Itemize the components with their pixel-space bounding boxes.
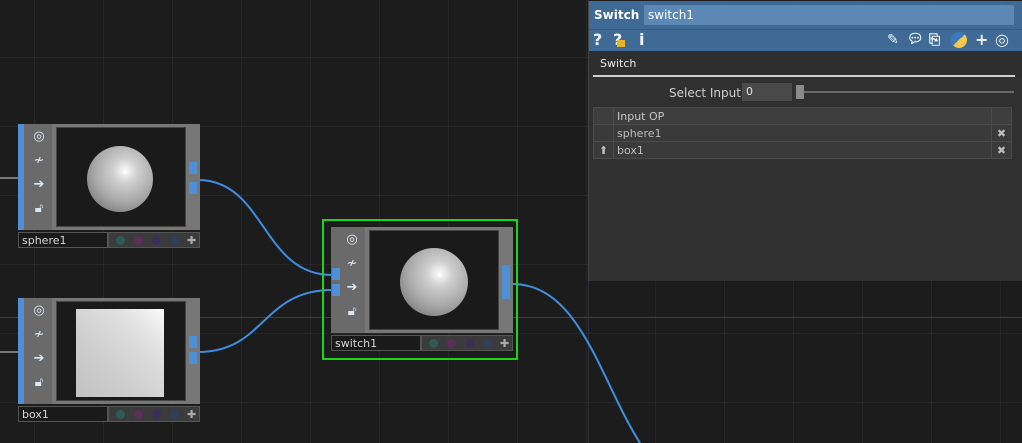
node-name-label[interactable]: switch1 — [331, 335, 421, 351]
output-connector[interactable] — [502, 265, 510, 299]
table-row: ⬆ box1 ✖ — [593, 141, 1012, 159]
node-flags: ✚ — [108, 406, 200, 422]
viewer-toggle-icon[interactable]: ◎ — [30, 128, 48, 146]
table-row: sphere1 ✖ — [593, 124, 1012, 142]
flag-dot[interactable] — [152, 410, 161, 419]
output-connector[interactable] — [189, 162, 197, 174]
output-connector[interactable] — [189, 182, 197, 194]
select-input-label: Select Input — [669, 86, 741, 100]
bypass-icon[interactable]: ➔ — [343, 279, 361, 297]
clone-icon[interactable]: ⎘ — [929, 31, 940, 49]
info-icon[interactable]: i — [639, 31, 644, 49]
output-connector[interactable] — [189, 336, 197, 348]
add-icon[interactable]: ✚ — [187, 235, 196, 246]
node-sphere1[interactable]: ◎ ≁ ➔ 🔓︎ sphere1 ✚ — [18, 124, 200, 250]
wire-switch1-output — [511, 283, 641, 443]
node-flags: ✚ — [421, 335, 513, 351]
input-connector[interactable] — [332, 284, 340, 296]
input-op-table: Input OP sphere1 ✖ ⬆ box1 ✖ — [593, 107, 1012, 159]
delete-row-icon[interactable]: ✖ — [991, 124, 1012, 142]
input-op-field[interactable]: box1 — [613, 141, 992, 159]
parameter-window: Switch switch1 ? ? i ✎ 💬︎ ⎘ + ◎ Switch S… — [588, 1, 1022, 281]
box-preview — [56, 301, 186, 401]
node-name-label[interactable]: sphere1 — [18, 232, 108, 248]
sphere-preview — [56, 127, 186, 227]
lock-icon[interactable]: 🔓︎ — [343, 303, 361, 321]
flag-dot[interactable] — [483, 339, 492, 348]
select-input-field[interactable]: 0 — [742, 83, 792, 101]
tab-switch[interactable]: Switch — [595, 57, 642, 77]
comment-icon[interactable]: 💬︎ — [907, 31, 924, 49]
input-op-field[interactable]: sphere1 — [613, 124, 992, 142]
bypass-icon[interactable]: ➔ — [30, 350, 48, 368]
slider-handle[interactable] — [796, 85, 804, 99]
param-header: Switch switch1 — [589, 1, 1022, 29]
add-icon[interactable]: ✚ — [187, 409, 196, 420]
flag-dot[interactable] — [116, 236, 125, 245]
wire-box1-switch1 — [197, 289, 333, 353]
add-icon[interactable]: ✚ — [500, 338, 509, 349]
param-toolbar: ? ? i ✎ 💬︎ ⎘ + ◎ — [589, 29, 1022, 52]
op-type-label: Switch — [594, 8, 640, 22]
cook-icon[interactable]: ≁ — [30, 326, 48, 344]
output-connector[interactable] — [189, 352, 197, 364]
lock-icon[interactable]: 🔓︎ — [30, 374, 48, 392]
flag-dot[interactable] — [170, 410, 179, 419]
flag-dot[interactable] — [134, 410, 143, 419]
viewer-toggle-icon[interactable]: ◎ — [30, 302, 48, 320]
bypass-icon[interactable]: ➔ — [30, 176, 48, 194]
sphere-preview — [369, 230, 499, 330]
delete-row-icon[interactable]: ✖ — [991, 141, 1012, 159]
target-icon[interactable]: ◎ — [995, 31, 1009, 49]
move-up-icon[interactable]: ⬆ — [593, 141, 614, 159]
node-icon-column: ◎ ≁ ➔ 🔓︎ — [18, 124, 52, 230]
lock-icon[interactable]: 🔓︎ — [30, 200, 48, 218]
pencil-icon[interactable]: ✎ — [887, 31, 899, 49]
python-icon[interactable] — [951, 32, 967, 48]
flag-dot[interactable] — [116, 410, 125, 419]
select-input-slider[interactable] — [796, 91, 1014, 93]
flag-dot[interactable] — [429, 339, 438, 348]
help-icon[interactable]: ? — [593, 31, 602, 49]
viewer-toggle-icon[interactable]: ◎ — [343, 231, 361, 249]
flag-dot[interactable] — [465, 339, 474, 348]
input-connector[interactable] — [332, 268, 340, 280]
wire-sphere1-switch1 — [197, 179, 333, 276]
flag-dot[interactable] — [134, 236, 143, 245]
node-switch1[interactable]: ◎ ≁ ➔ 🔓︎ switch1 ✚ — [331, 227, 513, 353]
node-icon-column: ◎ ≁ ➔ 🔓︎ — [18, 298, 52, 404]
node-flags: ✚ — [108, 232, 200, 248]
flag-dot[interactable] — [152, 236, 161, 245]
node-box1[interactable]: ◎ ≁ ➔ 🔓︎ box1 ✚ — [18, 298, 200, 424]
flag-dot[interactable] — [447, 339, 456, 348]
param-tabs: Switch — [589, 51, 1022, 77]
cook-icon[interactable]: ≁ — [343, 255, 361, 273]
cook-icon[interactable]: ≁ — [30, 152, 48, 170]
plus-icon[interactable]: + — [975, 31, 988, 49]
node-icon-column: ◎ ≁ ➔ 🔓︎ — [331, 227, 365, 333]
table-header-row: Input OP — [593, 107, 1012, 125]
column-header-input-op: Input OP — [613, 107, 992, 125]
op-name-field[interactable]: switch1 — [644, 5, 1014, 25]
op-help-icon[interactable]: ? — [613, 31, 626, 49]
flag-dot[interactable] — [170, 236, 179, 245]
node-name-label[interactable]: box1 — [18, 406, 108, 422]
